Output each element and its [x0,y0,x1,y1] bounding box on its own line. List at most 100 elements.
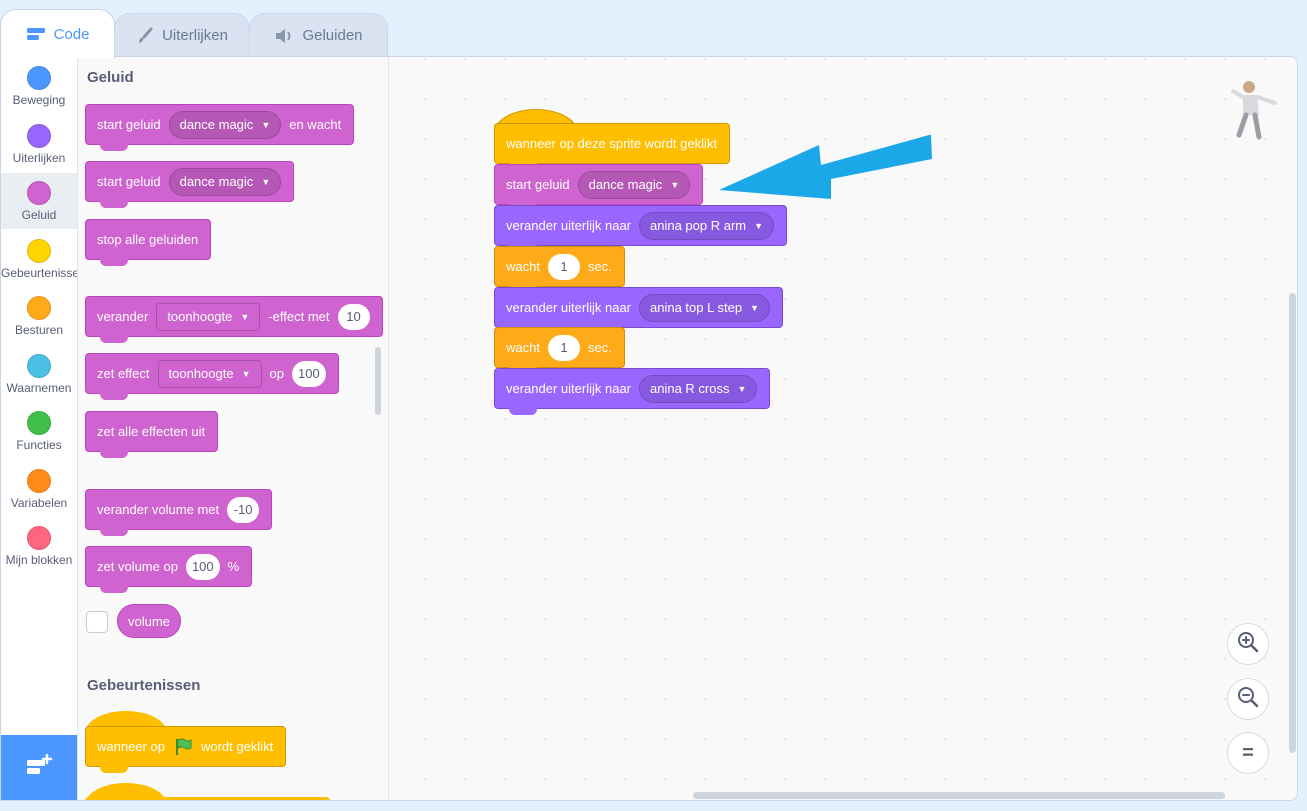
brush-icon [136,27,154,45]
costume-dropdown[interactable]: anina top L step ▼ [639,293,770,322]
category-sensing[interactable]: Waarnemen [1,346,77,402]
zoom-out-icon [1237,686,1259,713]
tab-costumes[interactable]: Uiterlijken [114,13,250,57]
script-switch-costume[interactable]: verander uiterlijk naar anina pop R arm ▼ [494,205,788,252]
category-variables[interactable]: Variabelen [1,461,77,517]
script-switch-costume[interactable]: verander uiterlijk naar anina top L step… [494,287,783,334]
workspace-vertical-scrollbar[interactable] [1289,293,1296,753]
dropdown-value: anina top L step [650,300,743,315]
category-label: Gebeurtenissen [1,266,77,280]
block-text: wanneer op deze sprite wordt geklikt [506,136,718,151]
volume-monitor-checkbox[interactable] [86,611,108,633]
block-text: verander uiterlijk naar [506,381,632,396]
script-when-sprite-clicked[interactable]: wanneer op deze sprite wordt geklikt [494,123,731,170]
script-workspace[interactable]: wanneer op deze sprite wordt geklikt sta… [389,57,1297,800]
category-motion[interactable]: Beweging [1,58,77,114]
number-input[interactable]: 100 [291,360,326,387]
category-events[interactable]: Gebeurtenissen [1,231,77,287]
category-label: Beweging [12,93,66,107]
category-sound[interactable]: Geluid [1,173,77,229]
editor-frame: Beweging Uiterlijken Geluid Gebeurteniss… [0,56,1298,801]
caret-down-icon: ▼ [241,368,251,379]
number-input[interactable]: 10 [337,303,370,330]
block-change-volume[interactable]: verander volume met -10 [85,489,273,536]
caret-down-icon: ▼ [261,119,271,130]
category-menu: Beweging Uiterlijken Geluid Gebeurteniss… [1,57,78,800]
category-dot-icon [27,411,51,435]
number-input[interactable]: 100 [185,553,220,580]
speaker-icon [274,28,294,44]
block-stop-all-sounds[interactable]: stop alle geluiden [85,219,212,266]
caret-down-icon: ▼ [737,383,747,394]
script-start-sound[interactable]: start geluid dance magic ▼ [494,164,704,211]
caret-down-icon: ▼ [670,179,680,190]
workspace-horizontal-scrollbar[interactable] [693,792,1225,799]
dropdown-value: toonhoogte [168,366,234,381]
palette-heading-events: Gebeurtenissen [87,677,201,694]
costume-dropdown[interactable]: anina pop R arm ▼ [639,211,775,240]
block-set-effect[interactable]: zet effect toonhoogte ▼ op 100 [85,353,339,400]
block-text: op [269,366,284,381]
zoom-reset-button[interactable]: = [1227,732,1269,774]
effect-dropdown[interactable]: toonhoogte ▼ [156,302,261,331]
tab-label: Geluiden [302,27,363,44]
category-label: Waarnemen [6,381,72,395]
category-looks[interactable]: Uiterlijken [1,116,77,172]
block-text: -effect met [268,309,330,324]
block-text: sec. [587,340,612,355]
block-set-volume[interactable]: zet volume op 100 % [85,546,253,593]
zoom-in-button[interactable] [1227,623,1269,665]
block-change-effect[interactable]: verander toonhoogte ▼ -effect met 10 [85,296,383,343]
block-text: wordt geklikt [200,739,274,754]
tab-sounds[interactable]: Geluiden [249,13,388,57]
block-text: sec. [587,259,612,274]
block-partial [85,797,330,800]
block-text: zet volume op [97,559,178,574]
add-extension-button[interactable] [1,735,77,800]
caret-down-icon: ▼ [240,311,250,322]
script-wait[interactable]: wacht 1 sec. [494,246,625,293]
category-control[interactable]: Besturen [1,288,77,344]
category-label: Uiterlijken [12,151,66,165]
block-text: start geluid [97,117,161,132]
tab-label: Uiterlijken [162,27,228,44]
category-label: Functies [16,438,62,452]
script-switch-costume[interactable]: verander uiterlijk naar anina R cross ▼ [494,368,771,415]
zoom-out-button[interactable] [1227,678,1269,720]
palette-scrollbar[interactable] [375,347,381,415]
palette-heading-sound: Geluid [87,69,134,86]
editor-tabs: Code Uiterlijken Geluiden [0,0,1307,58]
block-text: wacht [506,259,540,274]
number-input[interactable]: 1 [547,334,580,361]
block-text: zet alle effecten uit [97,424,206,439]
effect-dropdown[interactable]: toonhoogte ▼ [157,359,262,388]
annotation-arrow-icon [719,135,935,201]
script-wait[interactable]: wacht 1 sec. [494,327,625,374]
number-input[interactable]: -10 [227,496,260,523]
block-start-sound[interactable]: start geluid dance magic ▼ [85,161,295,208]
block-when-flag-clicked[interactable]: wanneer op wordt geklikt [85,726,287,773]
block-text: start geluid [506,177,570,192]
category-my-blocks[interactable]: Mijn blokken [1,518,77,574]
block-text: % [227,559,240,574]
block-text: en wacht [289,117,342,132]
number-input[interactable]: 1 [547,253,580,280]
zoom-reset-icon: = [1242,741,1254,764]
category-operators[interactable]: Functies [1,403,77,459]
costume-dropdown[interactable]: anina R cross ▼ [639,374,758,403]
dropdown-value: dance magic [588,177,663,192]
category-dot-icon [27,66,51,90]
category-dot-icon [27,181,51,205]
block-text: verander volume met [97,502,220,517]
block-start-sound-until-done[interactable]: start geluid dance magic ▼ en wacht [85,104,355,151]
sound-dropdown[interactable]: dance magic ▼ [168,167,282,196]
category-dot-icon [27,296,51,320]
block-clear-effects[interactable]: zet alle effecten uit [85,411,219,458]
tab-code[interactable]: Code [0,9,115,58]
sound-dropdown[interactable]: dance magic ▼ [577,170,691,199]
sound-dropdown[interactable]: dance magic ▼ [168,110,282,139]
reporter-volume[interactable]: volume [117,604,181,638]
category-label: Besturen [14,323,64,337]
block-text: stop alle geluiden [97,232,199,247]
dropdown-value: anina R cross [650,381,730,396]
